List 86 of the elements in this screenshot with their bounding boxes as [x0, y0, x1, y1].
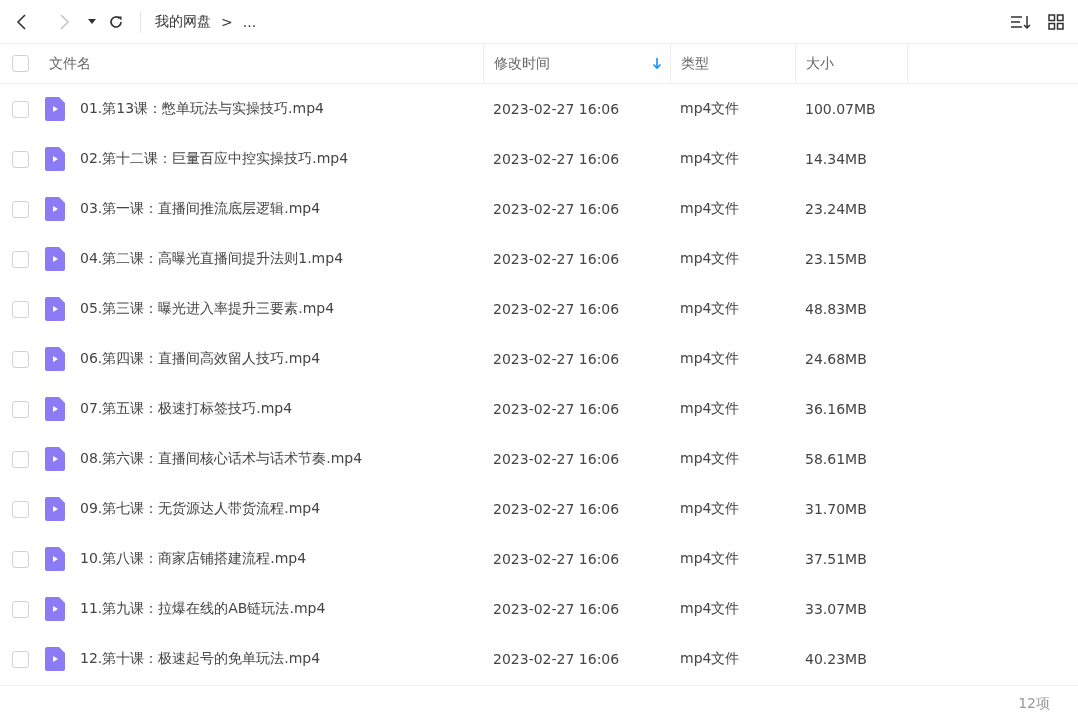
- file-type: mp4文件: [680, 300, 740, 316]
- modified-time: 2023-02-27 16:06: [493, 601, 620, 617]
- checkbox[interactable]: [12, 250, 29, 268]
- file-size: 36.16MB: [805, 401, 867, 417]
- checkbox[interactable]: [12, 500, 29, 518]
- video-file-icon: [45, 147, 65, 171]
- column-header[interactable]: 大小: [806, 54, 834, 73]
- modified-time: 2023-02-27 16:06: [493, 251, 620, 267]
- breadcrumb-separator: >: [221, 13, 233, 30]
- file-type: mp4文件: [680, 500, 740, 516]
- video-file-icon: [45, 497, 65, 521]
- dropdown-caret-icon[interactable]: [88, 18, 96, 25]
- file-size: 14.34MB: [805, 151, 867, 167]
- file-name[interactable]: 01.第13课：憋单玩法与实操技巧.mp4: [80, 100, 324, 118]
- checkbox[interactable]: [12, 55, 29, 72]
- modified-time: 2023-02-27 16:06: [493, 551, 620, 567]
- file-size: 31.70MB: [805, 501, 867, 517]
- file-name[interactable]: 07.第五课：极速打标签技巧.mp4: [80, 400, 293, 418]
- checkbox[interactable]: [12, 550, 29, 568]
- file-size: 37.51MB: [805, 551, 867, 567]
- modified-time: 2023-02-27 16:06: [493, 301, 620, 317]
- file-type: mp4文件: [680, 150, 740, 166]
- file-name[interactable]: 12.第十课：极速起号的免单玩法.mp4: [80, 650, 321, 668]
- file-type: mp4文件: [680, 600, 740, 616]
- video-file-icon: [45, 297, 65, 321]
- file-size: 23.15MB: [805, 251, 867, 267]
- file-type: mp4文件: [680, 200, 740, 216]
- back-button[interactable]: [16, 12, 28, 31]
- modified-time: 2023-02-27 16:06: [493, 151, 620, 167]
- file-type: mp4文件: [680, 550, 740, 566]
- file-name[interactable]: 05.第三课：曝光进入率提升三要素.mp4: [80, 300, 335, 318]
- checkbox[interactable]: [12, 450, 29, 468]
- file-size: 24.68MB: [805, 351, 867, 367]
- checkbox[interactable]: [12, 300, 29, 318]
- file-name[interactable]: 09.第七课：无货源达人带货流程.mp4: [80, 500, 321, 518]
- file-size: 48.83MB: [805, 301, 867, 317]
- file-name[interactable]: 10.第八课：商家店铺搭建流程.mp4: [80, 550, 307, 568]
- modified-time: 2023-02-27 16:06: [493, 201, 620, 217]
- checkbox[interactable]: [12, 600, 29, 618]
- checkbox[interactable]: [12, 100, 29, 118]
- checkbox[interactable]: [12, 650, 29, 668]
- file-size: 40.23MB: [805, 651, 867, 667]
- modified-time: 2023-02-27 16:06: [493, 501, 620, 517]
- file-type: mp4文件: [680, 400, 740, 416]
- file-name[interactable]: 03.第一课：直播间推流底层逻辑.mp4: [80, 200, 321, 218]
- video-file-icon: [45, 247, 65, 271]
- video-file-icon: [45, 97, 65, 121]
- file-name[interactable]: 08.第六课：直播间核心话术与话术节奏.mp4: [80, 450, 363, 468]
- file-name[interactable]: 04.第二课：高曝光直播间提升法则1.mp4: [80, 250, 344, 268]
- column-header[interactable]: 文件名: [49, 54, 91, 73]
- video-file-icon: [45, 597, 65, 621]
- sort-icon[interactable]: [1010, 13, 1032, 30]
- file-name[interactable]: 02.第十二课：巨量百应中控实操技巧.mp4: [80, 150, 349, 168]
- video-file-icon: [45, 347, 65, 371]
- checkbox[interactable]: [12, 200, 29, 218]
- refresh-icon[interactable]: [108, 13, 124, 30]
- breadcrumb-link[interactable]: 我的网盘: [155, 12, 211, 31]
- file-type: mp4文件: [680, 100, 740, 116]
- checkbox[interactable]: [12, 150, 29, 168]
- column-header[interactable]: 类型: [681, 54, 709, 73]
- file-size: 100.07MB: [805, 101, 876, 117]
- file-name[interactable]: 11.第九课：拉爆在线的AB链玩法.mp4: [80, 600, 326, 618]
- file-type: mp4文件: [680, 250, 740, 266]
- file-type: mp4文件: [680, 450, 740, 466]
- modified-time: 2023-02-27 16:06: [493, 451, 620, 467]
- video-file-icon: [45, 547, 65, 571]
- modified-time: 2023-02-27 16:06: [493, 651, 620, 667]
- file-size: 23.24MB: [805, 201, 867, 217]
- file-name[interactable]: 06.第四课：直播间高效留人技巧.mp4: [80, 350, 321, 368]
- modified-time: 2023-02-27 16:06: [493, 351, 620, 367]
- file-size: 58.61MB: [805, 451, 867, 467]
- file-type: mp4文件: [680, 350, 740, 366]
- file-type: mp4文件: [680, 650, 740, 666]
- file-size: 33.07MB: [805, 601, 867, 617]
- video-file-icon: [45, 197, 65, 221]
- grid-view-icon[interactable]: [1048, 13, 1064, 30]
- video-file-icon: [45, 397, 65, 421]
- checkbox[interactable]: [12, 400, 29, 418]
- checkbox[interactable]: [12, 350, 29, 368]
- breadcrumb-ellipsis[interactable]: ...: [242, 13, 257, 30]
- modified-time: 2023-02-27 16:06: [493, 101, 620, 117]
- item-count: 12项: [1018, 695, 1050, 713]
- column-header[interactable]: 修改时间: [494, 54, 550, 73]
- video-file-icon: [45, 447, 65, 471]
- video-file-icon: [45, 647, 65, 671]
- modified-time: 2023-02-27 16:06: [493, 401, 620, 417]
